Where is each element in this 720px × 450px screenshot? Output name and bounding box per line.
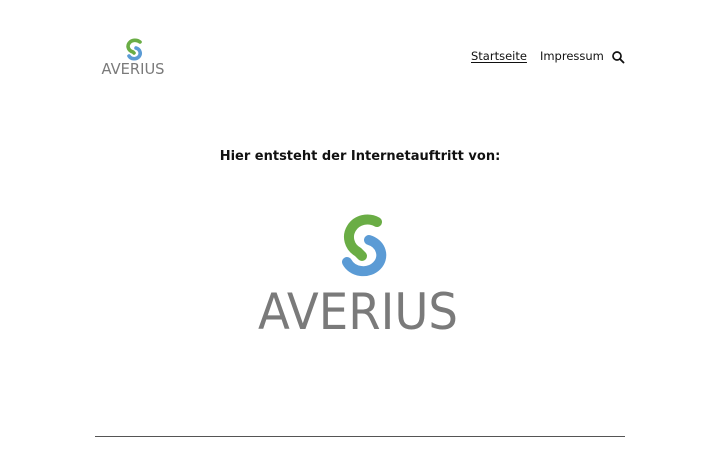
nav-link-impressum[interactable]: Impressum — [540, 48, 604, 64]
logo-wordmark: AVERIUS — [102, 60, 165, 76]
averius-header-logo: AVERIUS — [102, 38, 165, 76]
site-header: AVERIUS Startseite Impressum — [0, 0, 720, 100]
hero-logo-wordmark: AVERIUS — [258, 283, 458, 334]
hero-logo: AVERIUS — [255, 210, 461, 334]
search-button[interactable] — [611, 50, 625, 64]
page: AVERIUS Startseite Impressum Hier entste… — [0, 0, 720, 450]
averius-s-logo-icon — [342, 214, 387, 277]
page-headline: Hier entsteht der Internetauftritt von: — [219, 149, 501, 164]
averius-s-logo-icon — [126, 38, 142, 61]
nav-link-startseite[interactable]: Startseite — [471, 48, 527, 64]
main-nav: Startseite Impressum — [471, 48, 604, 64]
search-icon — [612, 51, 625, 64]
footer-divider — [95, 436, 625, 437]
site-logo-link[interactable]: AVERIUS — [100, 36, 166, 76]
averius-hero-logo: AVERIUS — [258, 214, 458, 334]
